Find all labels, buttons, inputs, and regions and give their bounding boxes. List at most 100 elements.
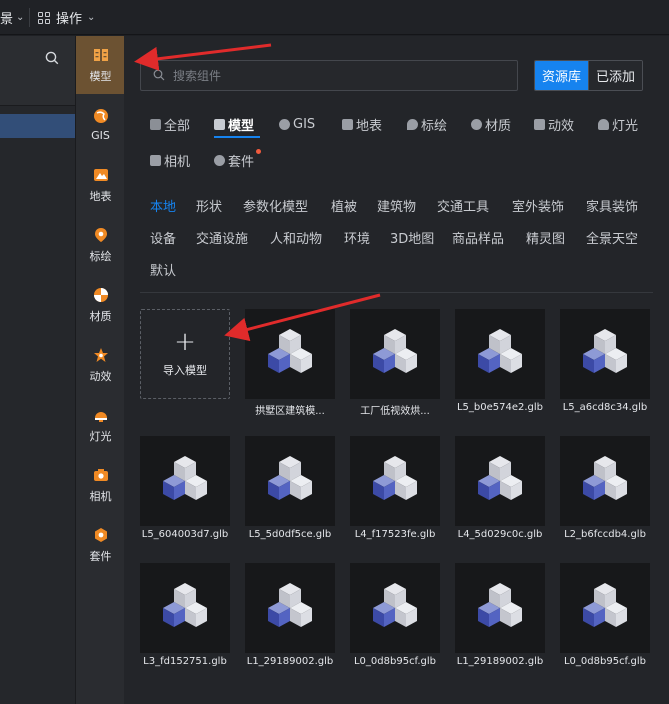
subtab-parametric[interactable]: 参数化模型 [243,196,308,215]
tab-model[interactable]: 模型 [214,114,254,134]
rail-item-effect[interactable]: 动效 [76,336,125,394]
asset-name: L5_604003d7.glb [141,529,229,540]
import-model-label: 导入模型 [163,364,207,377]
rail-item-label: 相机 [89,489,112,503]
asset-card[interactable]: L0_0d8b95cf.glb [350,563,440,667]
rail-item-label: 模型 [89,69,112,83]
rail-item-kit[interactable]: 套件 [76,516,125,574]
rail-item-label: 材质 [89,309,112,323]
model-thumbnail [560,436,650,526]
scene-menu-label: 景 [0,12,14,27]
rail-item-gis[interactable]: GIS [76,96,125,154]
tab-label: 材质 [485,118,512,134]
scene-tree-panel [0,36,75,704]
chevron-down-icon: ⌄ [87,12,96,23]
kit-icon [93,527,109,543]
tab-light[interactable]: 灯光 [598,114,638,134]
effect-icon [93,347,109,363]
material-icon [471,118,482,130]
tab-label: 套件 [228,154,255,170]
tab-all[interactable]: 全部 [150,114,190,134]
asset-name: L4_f17523fe.glb [354,529,436,540]
import-model-button[interactable]: + 导入模型 [140,309,230,399]
rail-item-marker[interactable]: 标绘 [76,216,125,274]
asset-card[interactable]: L4_f17523fe.glb [350,436,440,540]
cube-model-icon [478,456,522,500]
search-icon[interactable] [45,50,59,69]
rail-item-camera[interactable]: 相机 [76,456,125,514]
subtab-default[interactable]: 默认 [150,260,176,279]
rail-item-model[interactable]: 模型 [76,36,125,94]
subtab-shape[interactable]: 形状 [196,196,222,215]
tab-label: 动效 [548,118,575,134]
subtab-sprite[interactable]: 精灵图 [526,228,565,247]
asset-card[interactable]: L2_b6fccdb4.glb [560,436,650,540]
tab-gis[interactable]: GIS [279,114,315,134]
cube-model-icon [373,329,417,373]
asset-name: L5_b0e574e2.glb [456,402,544,413]
asset-card[interactable]: L1_29189002.glb [245,563,335,667]
scene-menu[interactable]: 景 ⌄ [0,0,24,35]
subtab-vehicle[interactable]: 交通工具 [437,196,489,215]
cube-model-icon [478,583,522,627]
tab-effect[interactable]: 动效 [534,114,574,134]
search-box[interactable] [140,60,518,91]
asset-card[interactable]: L0_0d8b95cf.glb [560,563,650,667]
subtab-traffic-facility[interactable]: 交通设施 [196,228,248,247]
scene-tree-selected-row[interactable] [0,114,75,138]
subtab-environment[interactable]: 环境 [344,228,370,247]
top-toolbar: 景 ⌄ 操作 ⌄ [0,0,669,35]
tab-marker[interactable]: 标绘 [407,114,447,134]
rail-item-terrain[interactable]: 地表 [76,156,125,214]
asset-card[interactable]: L5_a6cd8c34.glb [560,309,650,413]
rail-item-light[interactable]: 灯光 [76,396,125,454]
search-input[interactable] [173,68,503,83]
asset-card[interactable]: 工厂低视效烘... [350,309,440,417]
subtab-3d-map[interactable]: 3D地图 [390,228,434,247]
operate-menu[interactable]: 操作 ⌄ [38,0,95,35]
marker-icon [93,227,109,243]
subtab-local[interactable]: 本地 [150,196,176,215]
asset-card[interactable]: L4_5d029c0c.glb [455,436,545,540]
tab-resource-library[interactable]: 资源库 [535,61,589,90]
subtab-vegetation[interactable]: 植被 [331,196,357,215]
cube-model-icon [478,329,522,373]
model-thumbnail [560,309,650,399]
kit-icon [214,154,225,166]
light-icon [598,118,609,130]
tab-material[interactable]: 材质 [471,114,511,134]
cube-model-icon [268,329,312,373]
asset-card[interactable]: L3_fd152751.glb [140,563,230,667]
camera-icon [93,467,109,483]
asset-name: 拱墅区建筑模... [255,406,325,417]
asset-name: 工厂低视效烘... [360,406,430,417]
tab-terrain[interactable]: 地表 [342,114,382,134]
rail-item-material[interactable]: 材质 [76,276,125,334]
subtab-outdoor-decor[interactable]: 室外装饰 [512,196,564,215]
tab-added[interactable]: 已添加 [588,61,643,90]
asset-card[interactable]: L1_29189002.glb [455,563,545,667]
subtab-furniture[interactable]: 家具装饰 [586,196,638,215]
terrain-icon [342,118,353,130]
subtab-building[interactable]: 建筑物 [377,196,416,215]
subtab-product-samples[interactable]: 商品样品 [452,228,504,247]
subtab-people-animals[interactable]: 人和动物 [270,228,322,247]
cube-model-icon [373,583,417,627]
tab-kit[interactable]: 套件 [214,150,254,170]
asset-card[interactable]: 拱墅区建筑模... [245,309,335,417]
asset-card[interactable]: L5_5d0df5ce.glb [245,436,335,540]
operate-menu-label: 操作 [56,12,83,27]
tab-label: 地表 [356,118,383,134]
gis-icon [279,118,290,130]
model-icon [93,47,109,63]
subtab-panorama-sky[interactable]: 全景天空 [586,228,638,247]
tab-camera[interactable]: 相机 [150,150,190,170]
subtab-equipment[interactable]: 设备 [150,228,176,247]
cube-model-icon [163,583,207,627]
asset-name: L4_5d029c0c.glb [457,529,543,540]
active-tab-indicator [214,136,260,138]
asset-card[interactable]: L5_b0e574e2.glb [455,309,545,413]
asset-card[interactable]: L5_604003d7.glb [140,436,230,540]
model-icon [214,118,225,130]
rail-item-label: GIS [91,129,110,142]
